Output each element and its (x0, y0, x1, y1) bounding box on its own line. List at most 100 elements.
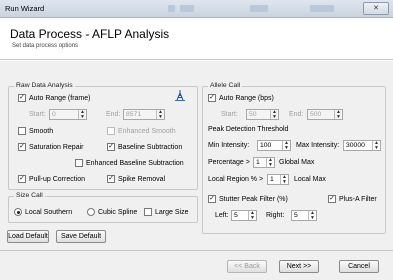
local-region-spinner[interactable]: 1 ▲ ▼ (267, 174, 289, 185)
spinner-arrows-icon[interactable]: ▲ ▼ (270, 110, 278, 119)
spinner-arrows-icon[interactable]: ▲ ▼ (282, 141, 290, 150)
global-max-label: Global Max (279, 159, 315, 166)
plusa-filter-checkbox[interactable]: ✓ Plus-A Filter (328, 195, 377, 203)
checkbox-checked: ✓ (107, 175, 115, 183)
allele-end-spinner[interactable]: 500 ▲ ▼ (307, 109, 343, 120)
checkbox-unchecked (144, 208, 152, 216)
min-intensity-spinner[interactable]: 100 ▲ ▼ (257, 140, 291, 151)
checkbox-checked: ✓ (328, 195, 336, 203)
window-title: Run Wizard (5, 4, 45, 13)
peak-threshold-title: Peak Detection Threshold (208, 126, 289, 133)
spinner-arrows-icon[interactable]: ▲ ▼ (372, 141, 380, 150)
raw-start-spinner[interactable]: 0 ▲ ▼ (49, 109, 87, 120)
min-intensity-label: Min Intensity: (208, 142, 250, 149)
next-button[interactable]: Next >> (279, 260, 319, 273)
allele-end-label: End: (289, 111, 304, 118)
raw-end-value: 8571 (126, 111, 142, 118)
spinner-arrows-icon[interactable]: ▲ ▼ (308, 211, 316, 220)
allele-end-value: 500 (310, 111, 322, 118)
plusa-filter-label: Plus-A Filter (339, 195, 377, 203)
stutter-filter-checkbox[interactable]: ✓ Stutter Peak Filter (%) (208, 195, 288, 203)
stutter-left-spinner[interactable]: 5 ▲ ▼ (231, 210, 257, 221)
allele-start-spinner[interactable]: 50 ▲ ▼ (246, 109, 279, 120)
percentage-value: 1 (256, 159, 260, 166)
stutter-right-spinner[interactable]: 5 ▲ ▼ (291, 210, 317, 221)
allele-start-value: 50 (249, 111, 257, 118)
raw-start-label: Start: (29, 111, 46, 118)
size-call-group: Size Call Local Southern Cubic Spline La… (8, 192, 198, 223)
raw-data-legend: Raw Data Analysis (14, 82, 75, 89)
wizard-header: Data Process - AFLP Analysis Set data pr… (0, 18, 393, 60)
checkbox-unchecked (107, 127, 115, 135)
raw-start-value: 0 (52, 111, 56, 118)
local-southern-radio[interactable]: Local Southern (14, 208, 72, 216)
cancel-button[interactable]: Cancel (339, 260, 379, 273)
back-button[interactable]: << Back (227, 260, 267, 273)
pullup-correction-checkbox[interactable]: ✓ Pull-up Correction (18, 175, 85, 183)
raw-data-group: Raw Data Analysis ✓ Auto Range (frame) S… (8, 82, 198, 190)
enhanced-baseline-checkbox[interactable]: Enhanced Baseline Subtraction (75, 159, 184, 167)
stutter-left-label: Left: (215, 212, 229, 219)
checkbox-checked: ✓ (18, 143, 26, 151)
allele-call-group: Allele Call ✓ Auto Range (bps) Start: 50… (202, 82, 386, 234)
large-size-label: Large Size (155, 208, 189, 216)
spike-removal-checkbox[interactable]: ✓ Spike Removal (107, 175, 165, 183)
close-icon[interactable]: ✕ (363, 2, 389, 15)
spinner-arrows-icon[interactable]: ▲ ▼ (334, 110, 342, 119)
raw-end-spinner[interactable]: 8571 ▲ ▼ (123, 109, 165, 120)
baseline-subtraction-label: Baseline Subtraction (118, 143, 183, 151)
saturation-repair-label: Saturation Repair (29, 143, 84, 151)
checkbox-checked: ✓ (208, 195, 216, 203)
baseline-subtraction-checkbox[interactable]: ✓ Baseline Subtraction (107, 143, 182, 151)
large-size-checkbox[interactable]: Large Size (144, 208, 188, 216)
checkbox-unchecked (75, 159, 83, 167)
smooth-checkbox[interactable]: Smooth (18, 127, 53, 135)
max-intensity-label: Max Intensity: (296, 142, 340, 149)
radio-selected (14, 208, 22, 216)
min-intensity-value: 100 (260, 142, 272, 149)
enhanced-smooth-label: Enhanced Smooth (118, 127, 176, 135)
save-default-button[interactable]: Save Default (56, 230, 106, 243)
stutter-right-label: Right: (266, 212, 285, 219)
enhanced-baseline-label: Enhanced Baseline Subtraction (86, 159, 184, 167)
stutter-right-value: 5 (294, 212, 298, 219)
spinner-arrows-icon[interactable]: ▲ ▼ (78, 110, 86, 119)
raw-end-label: End: (106, 111, 121, 118)
max-intensity-value: 30000 (346, 142, 365, 149)
spinner-arrows-icon[interactable]: ▲ ▼ (248, 211, 256, 220)
percentage-spinner[interactable]: 1 ▲ ▼ (253, 157, 275, 168)
spinner-arrows-icon[interactable]: ▲ ▼ (266, 158, 274, 167)
allele-auto-range-checkbox[interactable]: ✓ Auto Range (bps) (208, 94, 274, 102)
saturation-repair-checkbox[interactable]: ✓ Saturation Repair (18, 143, 83, 151)
spinner-arrows-icon[interactable]: ▲ ▼ (156, 110, 164, 119)
max-intensity-spinner[interactable]: 30000 ▲ ▼ (343, 140, 381, 151)
local-region-label: Local Region % > (208, 176, 264, 183)
raw-auto-range-label: Auto Range (frame) (29, 94, 91, 102)
cubic-spline-label: Cubic Spline (98, 208, 138, 216)
spinner-arrows-icon[interactable]: ▲ ▼ (280, 175, 288, 184)
smooth-label: Smooth (29, 127, 54, 135)
allele-call-legend: Allele Call (208, 82, 243, 89)
range-select-icon[interactable] (173, 90, 187, 102)
checkbox-checked: ✓ (18, 94, 26, 102)
cubic-spline-radio[interactable]: Cubic Spline (87, 208, 137, 216)
page-title: Data Process - AFLP Analysis (10, 27, 170, 41)
title-bar-decoration (250, 5, 268, 12)
local-region-value: 1 (270, 176, 274, 183)
page-subtitle: Set data process options (12, 43, 79, 49)
checkbox-checked: ✓ (18, 175, 26, 183)
stutter-filter-label: Stutter Peak Filter (%) (219, 195, 288, 203)
allele-start-label: Start: (221, 111, 238, 118)
stutter-left-value: 5 (234, 212, 238, 219)
checkbox-checked: ✓ (107, 143, 115, 151)
enhanced-smooth-checkbox[interactable]: Enhanced Smooth (107, 127, 176, 135)
spike-removal-label: Spike Removal (118, 175, 166, 183)
radio-unselected (87, 208, 95, 216)
title-bar: Run Wizard ✕ (0, 0, 393, 18)
allele-auto-range-label: Auto Range (bps) (219, 94, 274, 102)
pullup-correction-label: Pull-up Correction (29, 175, 86, 183)
load-default-button[interactable]: Load Default (7, 230, 49, 243)
raw-auto-range-checkbox[interactable]: ✓ Auto Range (frame) (18, 94, 90, 102)
local-southern-label: Local Southern (25, 208, 73, 216)
checkbox-unchecked (18, 127, 26, 135)
